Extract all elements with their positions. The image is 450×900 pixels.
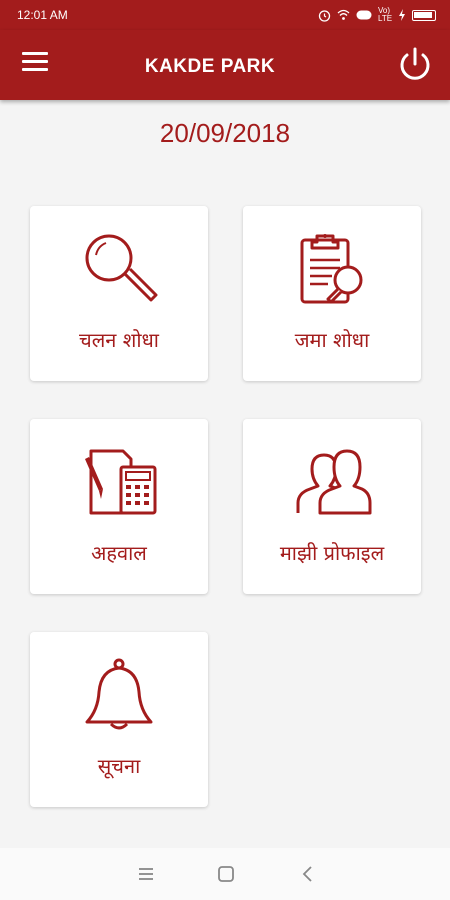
card-label: अहवाल (91, 541, 147, 565)
wifi-icon (337, 9, 350, 20)
search-icon (85, 234, 158, 302)
power-button[interactable] (394, 44, 436, 86)
hamburger-icon-line (22, 52, 48, 55)
card-label: सूचना (97, 754, 141, 778)
card-deposit-search[interactable]: जमा शोधा (243, 206, 421, 381)
current-date: 20/09/2018 (159, 118, 291, 148)
recent-apps-icon[interactable] (134, 862, 158, 886)
volte-icon (356, 10, 372, 20)
app-title: KAKDE PARK (144, 56, 276, 77)
bell-icon (85, 658, 153, 730)
card-report[interactable]: अहवाल (30, 419, 208, 594)
back-icon[interactable] (296, 862, 320, 886)
battery-icon (412, 9, 436, 21)
card-label: चलन शोधा (79, 328, 159, 352)
card-label: जमा शोधा (294, 328, 370, 352)
card-my-profile[interactable]: माझी प्रोफाइल (243, 419, 421, 594)
report-calculator-icon (85, 449, 157, 515)
alarm-icon (318, 9, 331, 22)
clipboard-search-icon (300, 234, 363, 304)
status-bar: 12:01 AM Vo) LTE (0, 0, 450, 30)
app-bar: KAKDE PARK (0, 30, 450, 100)
charging-icon (399, 9, 405, 21)
status-time: 12:01 AM (17, 8, 68, 22)
home-icon[interactable] (214, 862, 238, 886)
card-notifications[interactable]: सूचना (30, 632, 208, 807)
card-label: माझी प्रोफाइल (279, 541, 385, 565)
card-challan-search[interactable]: चलन शोधा (30, 206, 208, 381)
users-icon (296, 449, 372, 515)
system-nav-bar (0, 848, 450, 900)
status-icons: Vo) LTE (318, 7, 436, 23)
network-label: Vo) LTE (378, 6, 393, 23)
